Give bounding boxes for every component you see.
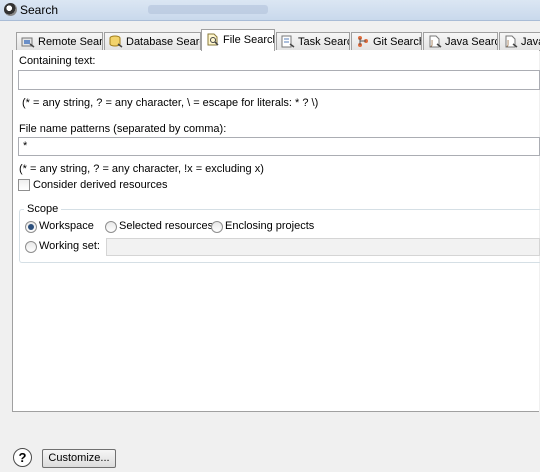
file-search-icon [206,33,220,46]
tab-task-search[interactable]: Task Search [276,32,350,50]
tab-label: JavaS [521,36,540,48]
consider-derived-checkbox[interactable] [18,179,30,191]
consider-derived-label: Consider derived resources [33,179,168,191]
window-title: Search [20,3,59,17]
scope-title: Scope [24,203,62,215]
containing-text-input[interactable] [18,70,540,90]
java-search-icon: J [428,35,442,48]
file-patterns-hint: (* = any string, ? = any character, !x =… [19,163,264,175]
tab-git-search[interactable]: Git Search [351,32,422,50]
git-search-icon [356,35,370,48]
blurred-title-region [148,5,268,14]
tab-label: File Search [223,34,275,46]
database-search-icon [109,35,123,48]
eclipse-app-icon [4,3,17,16]
tab-database-search[interactable]: Database Search [104,32,201,50]
remote-search-icon [21,35,35,48]
containing-text-hint: (* = any string, ? = any character, \ = … [22,97,319,109]
scope-enclosing-projects-radio[interactable] [211,221,223,233]
help-icon[interactable]: ? [13,448,32,467]
tab-label: Database Search [126,36,200,48]
tab-remote-search[interactable]: Remote Search [16,32,103,50]
tab-javascript-search[interactable]: J JavaS [499,32,540,50]
scope-working-set-label: Working set: [39,240,100,252]
customize-button[interactable]: Customize... [42,449,116,468]
tab-file-search[interactable]: File Search [201,29,275,51]
scope-working-set-radio[interactable] [25,241,37,253]
containing-text-label: Containing text: [19,55,96,67]
scope-workspace-label: Workspace [39,220,94,232]
tab-java-search[interactable]: J Java Search [423,32,498,50]
scope-enclosing-projects-label: Enclosing projects [225,220,315,232]
scope-selected-resources-label: Selected resources [119,220,214,232]
window-titlebar: Search [0,0,540,21]
file-patterns-label: File name patterns (separated by comma): [19,123,227,135]
tab-label: Task Search [298,36,349,48]
file-patterns-input[interactable]: * [18,137,540,156]
tab-label: Git Search [373,36,422,48]
task-search-icon [281,35,295,48]
svg-text:J: J [506,39,509,47]
tab-label: Remote Search [38,36,103,48]
svg-text:J: J [430,39,433,47]
javascript-search-icon: J [504,35,518,48]
working-set-input[interactable] [106,238,540,256]
scope-workspace-radio[interactable] [25,221,37,233]
tab-label: Java Search [445,36,497,48]
scope-selected-resources-radio[interactable] [105,221,117,233]
